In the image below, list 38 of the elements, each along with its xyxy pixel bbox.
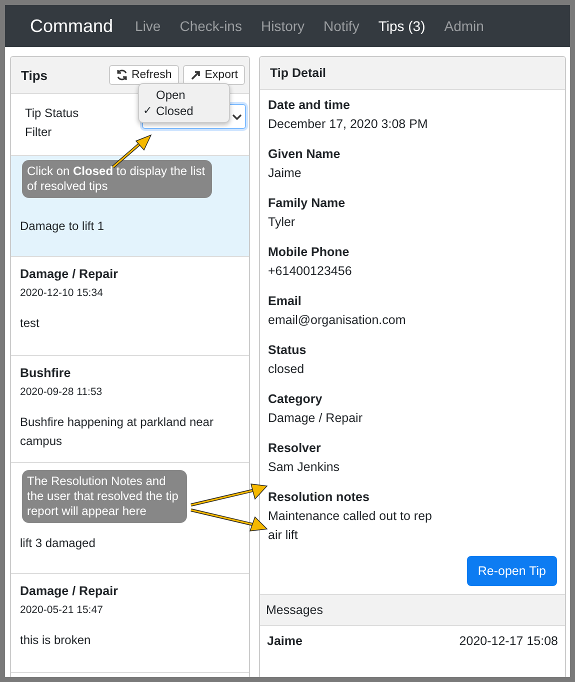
tip-title: Damage / Repair [20, 267, 119, 281]
panel-title: Tip Detail [260, 57, 565, 90]
field-value: +61400123456 [268, 263, 353, 280]
field-label: Resolution notes [268, 489, 370, 506]
field-label: Status [268, 342, 308, 359]
field-value: Tyler [268, 214, 296, 231]
field-label: Resolver [268, 440, 322, 457]
tip-text: test [20, 315, 40, 332]
field-value: December 17, 2020 3:08 PM [268, 116, 429, 133]
message-sender: Jaime [267, 634, 302, 648]
tip-time: 2020-12-10 15:34 [20, 287, 104, 299]
field-value: Maintenance called out to rep air lift [268, 508, 433, 544]
tip-time: 2020-09-28 11:53 [20, 386, 104, 398]
field-label: Mobile Phone [268, 244, 350, 261]
field-value: Damage / Repair [268, 410, 364, 427]
panel-title: Tips [21, 68, 48, 82]
field-value: closed [268, 361, 306, 378]
hint-tooltip: Click on Closed to display the list of resolved tips [22, 160, 212, 198]
tip-time: 2020-05-21 15:47 [20, 604, 104, 616]
tip-title: Bushfire [20, 366, 72, 380]
field-value: email@organisation.com [268, 312, 407, 329]
check-mark: ✓ [143, 105, 152, 117]
field-label: Email [268, 293, 302, 310]
field-label: Category [268, 391, 324, 408]
messages-header: Messages [260, 594, 565, 626]
filter-label: Tip Status Filter [25, 105, 80, 141]
tip-text: Bushfire happening at parkland near campus [20, 414, 214, 450]
message-time: 2020-12-17 15:08 [459, 634, 558, 648]
tip-title: Damage / Repair [20, 584, 119, 598]
hint-tooltip: The Resolution Notes and the user that resolved the tip report will appear here [22, 470, 187, 523]
tip-text: this is broken [20, 632, 92, 649]
field-label: Family Name [268, 195, 346, 212]
field-label: Given Name [268, 146, 342, 163]
field-label: Date and time [268, 97, 351, 114]
field-value: Sam Jenkins [268, 459, 341, 476]
field-value: Jaime [268, 165, 302, 182]
tip-text: Damage to lift 1 [20, 218, 106, 235]
tip-text: lift 3 damaged [20, 535, 96, 552]
